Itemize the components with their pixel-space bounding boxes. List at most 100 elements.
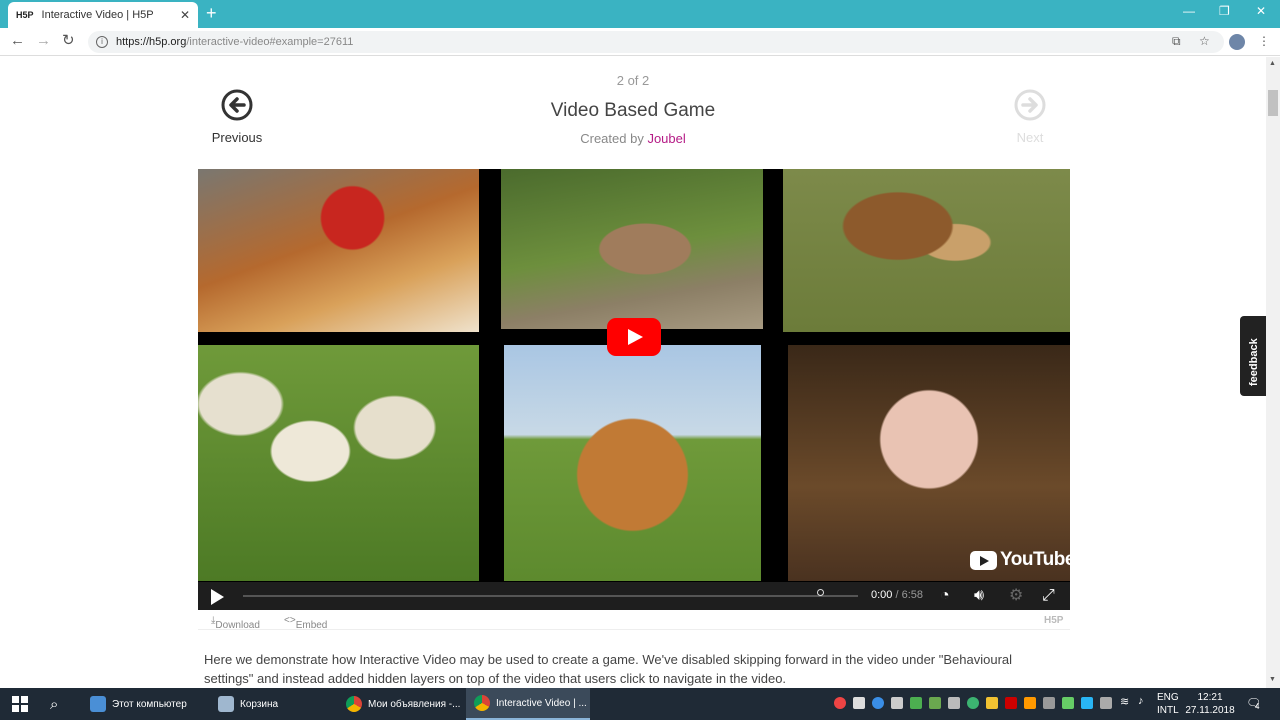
browser-tab[interactable]: H5P Interactive Video | H5P ✕ [8,2,198,28]
youtube-play-button[interactable] [607,318,661,356]
previous-button[interactable]: Previous [205,89,269,145]
system-clock[interactable]: 12:21 27.11.2018 [1182,691,1238,717]
profile-avatar[interactable] [1229,34,1245,50]
monitor-tray-icon[interactable] [1100,697,1112,709]
browser-tab-strip: H5P Interactive Video | H5P ✕ + — ❐ ✕ [0,0,1280,28]
page-content: 2 of 2 Video Based Game Created by Joube… [0,57,1266,688]
bookmark-star-icon[interactable]: ☆ [1199,34,1210,48]
sheep-image [198,345,479,581]
forward-icon[interactable]: → [36,33,51,49]
menu-dots-icon[interactable]: ⋮ [1258,34,1270,48]
gray-tray-icon[interactable] [1043,697,1055,709]
h5p-logo[interactable]: H5P [1044,615,1063,626]
taskbar-item-recycle-bin[interactable]: Корзина [210,688,334,720]
cow-image [504,345,761,581]
taskbar-item-computer[interactable]: Этот компьютер [82,688,206,720]
shield-tray-icon[interactable] [967,697,979,709]
previous-label: Previous [211,130,263,145]
pig-image [788,345,1070,581]
new-tab-icon[interactable]: + [206,4,217,22]
browser-toolbar: ← → ↻ i https://h5p.org/interactive-vide… [0,28,1280,56]
lock-tray-icon[interactable] [891,697,903,709]
arrow-left-circle-icon [221,89,253,121]
opera-tray-icon[interactable] [834,697,846,709]
url-path: /interactive-video#example=27611 [186,36,354,48]
fullscreen-icon[interactable]: ⤢ [1042,587,1055,605]
clock-date: 27.11.2018 [1185,705,1235,716]
site-info-icon[interactable]: i [96,36,108,48]
language-bottom: INTL [1157,705,1179,716]
gear-icon[interactable]: ⚙ [1009,587,1023,605]
pen-tray-icon[interactable] [853,697,865,709]
taskbar-item-chrome-ads[interactable]: Мои объявления -... [338,688,462,720]
scroll-up-icon[interactable]: ▲ [1269,60,1276,67]
speed-gauge-icon[interactable]: ◔ [940,587,950,605]
windows-logo-icon [12,696,28,712]
youtube-logo[interactable]: YouTube [970,549,1070,571]
embed-label: Embed [295,620,328,631]
progress-handle[interactable] [817,589,824,596]
page-title: Video Based Game [550,100,716,121]
minimize-icon[interactable]: — [1183,4,1195,18]
volume-icon[interactable]: 🔊︎ [974,587,984,605]
folder-tray-icon[interactable] [986,697,998,709]
address-bar[interactable]: i https://h5p.org/interactive-video#exam… [88,31,1224,53]
taskbar-label: Этот компьютер [112,698,187,710]
video-footer: ⤓ Download <> Embed H5P [198,610,1070,631]
search-icon[interactable]: ⌕ [42,688,76,720]
back-icon[interactable]: ← [10,33,25,49]
wifi-icon[interactable]: ≋ [1120,695,1132,708]
maximize-icon[interactable]: ❐ [1219,4,1230,18]
chrome-icon [474,695,490,711]
nvidia-tray-icon[interactable] [929,697,941,709]
en-tray-icon[interactable] [1005,697,1017,709]
page-scrollbar[interactable] [1266,57,1280,688]
green-tray-icon[interactable] [910,697,922,709]
language-top: ENG [1157,692,1179,703]
speaker-icon[interactable]: ♪ [1138,695,1150,707]
horses-image [783,169,1070,332]
video-player[interactable]: YouTube [198,169,1070,610]
duration: 6:58 [901,589,924,601]
scroll-thumb[interactable] [1268,90,1278,116]
reload-icon[interactable]: ↻ [62,33,75,49]
taskbar-item-chrome-h5p[interactable]: Interactive Video | ... [466,688,590,720]
rooster-image [198,169,479,332]
author-link[interactable]: Joubel [647,131,685,146]
app-tray-icon[interactable] [1062,697,1074,709]
windows-taskbar: ⌕ Этот компьютер Корзина Мои объявления … [0,688,1280,720]
h5p-favicon-icon: H5P [16,10,34,20]
feedback-label: feedback [1248,338,1260,386]
youtube-label: YouTube [1000,549,1070,570]
download-button[interactable]: ⤓ Download [211,615,260,631]
language-indicator[interactable]: ENG INTL [1157,691,1179,717]
recycle-bin-icon [218,696,234,712]
url-host: https://h5p.org [116,36,187,48]
clock-time: 12:21 [1197,692,1223,703]
window-tray-icon[interactable] [948,697,960,709]
next-button[interactable]: Next [998,89,1062,145]
embed-button[interactable]: <> Embed [284,615,327,631]
notifications-icon[interactable]: 🗨︎ 4 [1246,696,1261,711]
time-display: 0:00 / 6:58 [871,589,923,601]
close-icon[interactable]: ✕ [180,8,190,22]
scroll-down-icon[interactable]: ▼ [1269,676,1276,683]
feedback-tab[interactable]: feedback [1240,316,1266,396]
notification-count: 4 [1255,702,1260,711]
progress-bar[interactable] [243,595,858,597]
download-label: Download [215,620,260,631]
created-prefix: Created by [580,131,648,146]
translate-icon[interactable]: ⧉ [1172,34,1181,49]
blue-tray-icon[interactable] [872,697,884,709]
orange-tray-icon[interactable] [1024,697,1036,709]
skype-tray-icon[interactable] [1081,697,1093,709]
created-by: Created by Joubel [0,131,1266,146]
window-close-icon[interactable]: ✕ [1256,4,1266,18]
next-label: Next [1016,130,1044,145]
start-button[interactable] [4,688,38,720]
play-icon[interactable] [211,589,224,605]
taskbar-label: Interactive Video | ... [496,697,587,709]
duck-image [501,169,763,329]
video-controls: 0:00 / 6:58 ◔ 🔊︎ ⚙ ⤢ [198,582,1070,610]
computer-icon [90,696,106,712]
